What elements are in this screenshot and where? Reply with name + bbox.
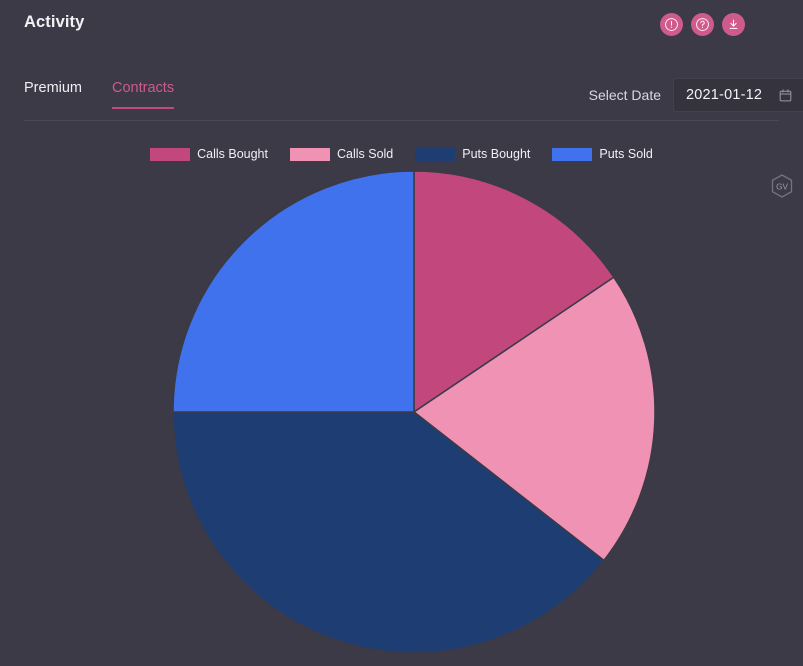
tab-contracts[interactable]: Contracts	[112, 80, 175, 109]
legend-label-puts-sold: Puts Sold	[599, 147, 653, 161]
alert-button[interactable]	[660, 13, 683, 36]
pie-slice[interactable]	[172, 170, 415, 413]
date-input[interactable]: 2021-01-12	[673, 78, 803, 112]
legend-label-calls-bought: Calls Bought	[197, 147, 268, 161]
activity-page: Activity Premium Contracts Select Date 2…	[0, 0, 803, 666]
help-button[interactable]	[691, 13, 714, 36]
legend-swatch-calls-sold	[289, 147, 330, 161]
chart-legend: Calls Bought Calls Sold Puts Bought Puts…	[0, 147, 803, 161]
watermark-label: GV	[776, 182, 788, 191]
legend-item-calls-sold[interactable]: Calls Sold	[289, 147, 394, 161]
download-button[interactable]	[722, 13, 745, 36]
select-date-label: Select Date	[588, 87, 661, 103]
legend-swatch-puts-sold	[552, 147, 593, 161]
legend-label-calls-sold: Calls Sold	[336, 147, 394, 161]
header-actions	[660, 13, 745, 36]
tab-premium[interactable]: Premium	[24, 80, 82, 109]
date-value: 2021-01-12	[686, 87, 763, 103]
page-header: Activity	[0, 0, 803, 52]
legend-label-puts-bought: Puts Bought	[462, 147, 531, 161]
watermark-badge: GV	[768, 172, 796, 200]
legend-swatch-calls-bought	[150, 147, 191, 161]
legend-item-puts-sold[interactable]: Puts Sold	[552, 147, 653, 161]
alert-icon	[665, 18, 678, 31]
download-icon	[729, 19, 738, 29]
calendar-icon[interactable]	[778, 88, 793, 103]
legend-swatch-puts-bought	[415, 147, 456, 161]
pie-slice-group	[172, 170, 656, 654]
hexagon-logo-icon: GV	[771, 174, 793, 198]
legend-item-calls-bought[interactable]: Calls Bought	[150, 147, 268, 161]
legend-item-puts-bought[interactable]: Puts Bought	[415, 147, 530, 161]
tab-list: Premium Contracts	[24, 80, 175, 109]
date-picker: Select Date 2021-01-12	[589, 78, 803, 112]
tab-bar-divider	[24, 120, 779, 121]
help-icon	[696, 18, 709, 31]
page-title: Activity	[24, 13, 85, 31]
